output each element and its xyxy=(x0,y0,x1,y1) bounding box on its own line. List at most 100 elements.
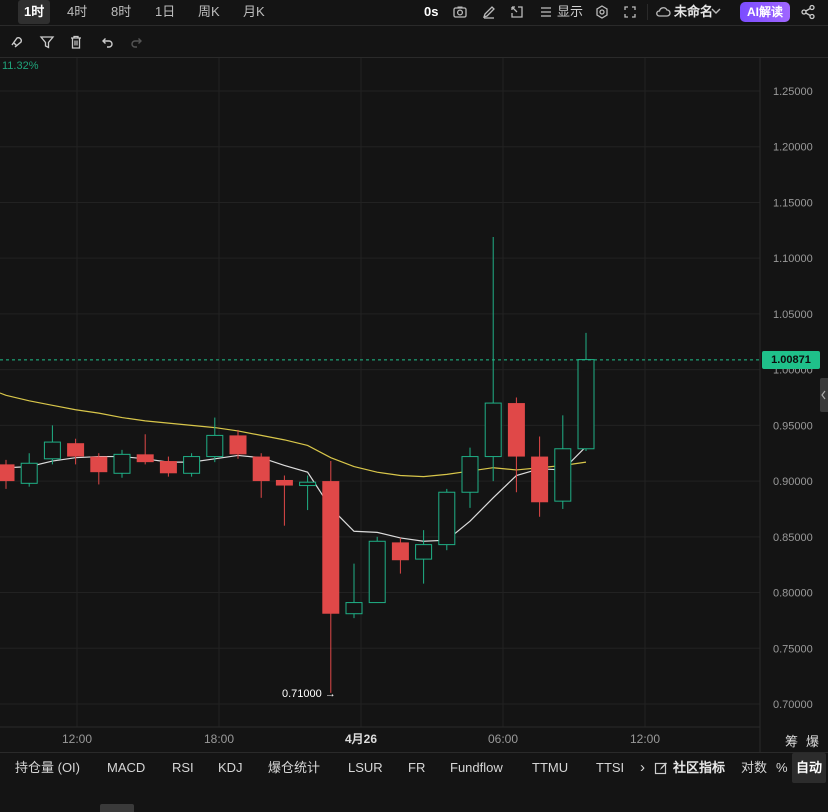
x-tick-label: 4月26 xyxy=(345,732,377,746)
timeframe-week[interactable]: 周K xyxy=(198,0,220,24)
y-tick-label: 1.15000 xyxy=(773,197,813,209)
axis-corner-liq[interactable]: 爆 xyxy=(806,731,819,750)
candlestick-chart[interactable]: 1.250001.200001.150001.100001.050001.000… xyxy=(0,58,828,752)
x-tick-label: 18:00 xyxy=(204,732,234,746)
indicator-fr[interactable]: FR xyxy=(408,753,425,783)
candle-body-up xyxy=(113,453,131,474)
candle-body-down xyxy=(507,403,525,457)
trash-icon[interactable] xyxy=(68,34,84,50)
x-tick-label: 12:00 xyxy=(630,732,660,746)
low-price-label: 0.71000 → xyxy=(282,688,336,700)
chart-grid xyxy=(0,58,761,752)
price-axis: 1.250001.200001.150001.100001.050001.000… xyxy=(773,86,813,711)
fullscreen-icon[interactable] xyxy=(622,4,638,20)
timeframe-month[interactable]: 月K xyxy=(243,0,265,24)
cloud-icon xyxy=(656,7,671,17)
time-axis: 12:00 18:00 4月26 06:00 12:00 xyxy=(62,732,660,746)
candle-body-down xyxy=(322,481,340,614)
magnet-icon[interactable] xyxy=(8,34,24,50)
timeframe-1d[interactable]: 1日 xyxy=(155,0,175,24)
y-tick-label: 1.05000 xyxy=(773,309,813,321)
candle-body-up xyxy=(577,359,595,450)
candle-body-up xyxy=(299,481,317,487)
bottom-panel-handle[interactable] xyxy=(100,804,134,812)
indicator-lsur[interactable]: LSUR xyxy=(348,753,383,783)
x-tick-label: 12:00 xyxy=(62,732,92,746)
candle-body-up xyxy=(345,602,363,615)
pencil-icon[interactable] xyxy=(481,4,497,20)
edit-icon[interactable] xyxy=(654,761,668,775)
timeframe-1h[interactable]: 1时 xyxy=(18,0,51,24)
scale-log[interactable]: 对数 xyxy=(741,753,767,783)
indicator-liquidation[interactable]: 爆仓统计 xyxy=(268,753,320,783)
countdown: 0s xyxy=(424,4,439,19)
candle-body-up xyxy=(206,434,224,458)
candle-body-down xyxy=(275,479,293,486)
right-panel-handle[interactable] xyxy=(820,378,828,412)
indicator-fundflow[interactable]: Fundflow xyxy=(450,753,503,783)
display-list-icon[interactable] xyxy=(538,4,554,20)
candle-body-down xyxy=(252,456,270,482)
candle-body-down xyxy=(67,443,85,457)
timeframe-8h[interactable]: 8时 xyxy=(111,0,131,24)
candle-body-up xyxy=(43,441,61,460)
y-tick-label: 1.25000 xyxy=(773,86,813,98)
candle-body-up xyxy=(20,462,38,484)
timeframe-4h[interactable]: 4时 xyxy=(67,0,87,24)
y-tick-label: 0.95000 xyxy=(773,420,813,432)
current-price-tag: 1.00871 xyxy=(762,350,820,369)
x-tick-label: 06:00 xyxy=(488,732,518,746)
y-tick-label: 0.90000 xyxy=(773,476,813,488)
candle-body-down xyxy=(531,456,549,503)
settings-icon[interactable] xyxy=(594,4,610,20)
scale-percent[interactable]: % xyxy=(776,753,788,783)
y-tick-label: 0.80000 xyxy=(773,588,813,600)
candle-body-down xyxy=(90,456,108,473)
filter-icon[interactable] xyxy=(39,34,55,50)
candle-body-down xyxy=(229,435,247,455)
candle-body-down xyxy=(159,461,177,474)
scale-auto[interactable]: 自动 xyxy=(792,753,827,783)
chevron-down-icon[interactable] xyxy=(710,5,722,17)
y-tick-label: 0.85000 xyxy=(773,532,813,544)
top-toolbar: 1时 4时 8时 1日 周K 月K 0s 显示 未命名 AI解读 xyxy=(0,0,828,24)
candle-body-up xyxy=(438,491,456,546)
y-tick-label: 1.20000 xyxy=(773,142,813,154)
indicator-ttsi[interactable]: TTSI xyxy=(596,753,624,783)
toolbar-divider xyxy=(647,4,648,20)
community-indicators[interactable]: 社区指标 xyxy=(673,753,725,783)
axis-corner-chips[interactable]: 筹 xyxy=(785,731,798,750)
candle-body-down xyxy=(0,464,15,482)
candle-body-up xyxy=(554,448,572,502)
candle-body-down xyxy=(391,542,409,561)
drawing-toolbar xyxy=(0,29,828,55)
share-icon[interactable] xyxy=(800,4,816,20)
candles xyxy=(0,237,595,693)
change-percent: 11.32% xyxy=(2,60,39,72)
indicator-rsi[interactable]: RSI xyxy=(172,753,194,783)
y-tick-label: 0.70000 xyxy=(773,699,813,711)
ai-analysis-button[interactable]: AI解读 xyxy=(740,2,790,22)
indicator-kdj[interactable]: KDJ xyxy=(218,753,243,783)
candle-body-up xyxy=(183,456,201,474)
candle-body-down xyxy=(136,454,154,463)
candle-body-up xyxy=(368,540,386,604)
layout-name[interactable]: 未命名 xyxy=(674,0,713,24)
display-button[interactable]: 显示 xyxy=(557,0,583,24)
candle-body-up xyxy=(484,402,502,458)
external-window-icon[interactable] xyxy=(509,4,525,20)
annotations: 0.71000 → xyxy=(0,359,760,700)
top-divider xyxy=(0,25,828,26)
indicator-oi[interactable]: 持仓量 (OI) xyxy=(15,753,80,783)
more-indicators-chevron[interactable]: › xyxy=(640,753,645,783)
indicator-bar: 持仓量 (OI) MACD RSI KDJ 爆仓统计 LSUR FR Fundf… xyxy=(0,752,828,783)
camera-icon[interactable] xyxy=(452,4,468,20)
undo-icon[interactable] xyxy=(99,34,115,50)
redo-icon[interactable] xyxy=(129,34,145,50)
candle-body-up xyxy=(461,456,479,493)
indicator-ttmu[interactable]: TTMU xyxy=(532,753,568,783)
y-tick-label: 1.10000 xyxy=(773,253,813,265)
candle-body-up xyxy=(415,544,433,560)
indicator-macd[interactable]: MACD xyxy=(107,753,145,783)
y-tick-label: 0.75000 xyxy=(773,643,813,655)
